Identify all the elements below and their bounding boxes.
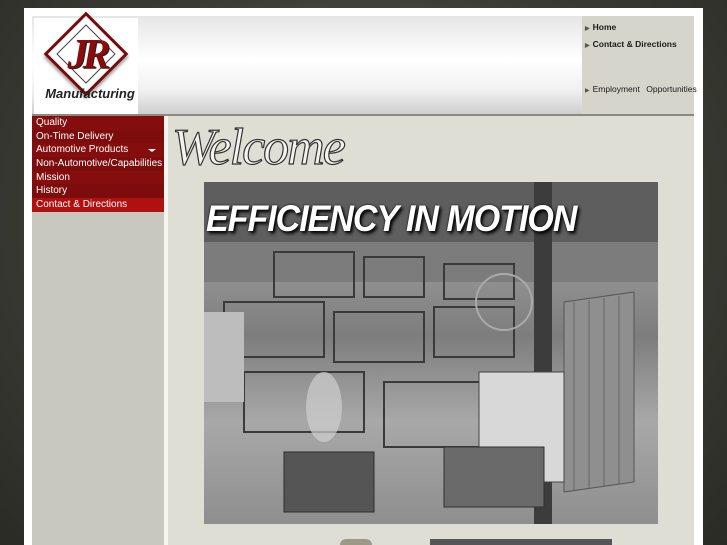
top-navigation: ▶ Home ▶ Contact & Directions ▶ Employment … [582, 16, 697, 114]
logo-mark: JR [67, 32, 110, 78]
content-edge-stripe [164, 116, 168, 545]
arrow-right-icon: ▶ [585, 26, 590, 32]
arrow-right-icon: ▶ [585, 88, 590, 94]
side-menu: Quality On-Time Delivery Automotive Prod… [32, 116, 164, 212]
topnav-employment[interactable]: ▶ Employment Opportunities [585, 84, 697, 94]
arrow-right-icon: ▶ [585, 43, 590, 49]
menu-item-label: Quality [36, 117, 68, 128]
caret-down-icon [148, 149, 156, 153]
topnav-label: Employment Opportunities [592, 84, 697, 94]
topnav-label: Home [592, 22, 617, 32]
menu-item-automotive-products[interactable]: Automotive Products [32, 143, 164, 158]
menu-item-history[interactable]: History [32, 184, 164, 199]
menu-item-contact[interactable]: Contact & Directions [32, 198, 164, 212]
page-frame: JR Manufacturing ▶ Home ▶ Contact & Direct… [24, 8, 703, 545]
welcome-heading: Welcome [171, 118, 346, 176]
sidebar: Quality On-Time Delivery Automotive Prod… [32, 116, 164, 545]
menu-item-label: Mission [36, 171, 70, 183]
menu-item-label: Automotive Products [36, 144, 129, 156]
company-logo[interactable]: JR Manufacturing [34, 11, 138, 114]
logo-wordmark: Manufacturing [45, 86, 135, 101]
hero-factory-photo: EFFICIENCY IN MOTION [204, 182, 658, 524]
topnav-contact[interactable]: ▶ Contact & Directions [585, 39, 677, 49]
menu-item-label: History [36, 185, 68, 197]
menu-item-quality[interactable]: Quality [32, 116, 164, 130]
menu-item-on-time-delivery[interactable]: On-Time Delivery [32, 129, 164, 144]
menu-item-label: On-Time Delivery [36, 130, 114, 142]
main-content: Welcome EFFICIENCY IN MOTION [164, 116, 694, 545]
menu-item-non-automotive[interactable]: Non-Automotive/Capabilities [32, 157, 164, 171]
menu-item-label: Non-Automotive/Capabilities [36, 158, 163, 170]
menu-item-mission[interactable]: Mission [32, 170, 164, 185]
topnav-label: Contact & Directions [592, 39, 677, 49]
hero-headline: EFFICIENCY IN MOTION [206, 198, 577, 240]
bottom-thumbnail-right[interactable] [430, 539, 612, 545]
menu-item-label: Contact & Directions [36, 199, 128, 211]
bottom-thumbnail-left[interactable] [340, 539, 372, 545]
topnav-home[interactable]: ▶ Home [585, 22, 616, 32]
